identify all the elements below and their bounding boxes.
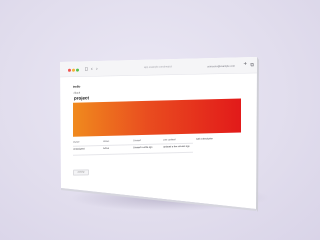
sidebar-icon[interactable]: ▯ (85, 66, 88, 73)
field-label-status: Status (103, 140, 110, 143)
forward-icon[interactable]: › (96, 66, 98, 73)
page-title: project (74, 95, 90, 101)
new-tab-button[interactable]: + (243, 61, 247, 68)
back-link[interactable]: ‹ Back (73, 92, 80, 95)
field-label-owner: Owner (73, 141, 80, 144)
divider (73, 151, 193, 156)
page-content: ▯ ‹ › app.example.com/project someone@ex… (61, 55, 255, 210)
status-value[interactable]: Active (103, 148, 109, 151)
back-icon[interactable]: ‹ (91, 66, 93, 73)
close-window-button[interactable] (68, 68, 71, 72)
address-bar[interactable]: app.example.com/project (133, 65, 183, 70)
updated-value: Updated a few minutes ago (163, 145, 190, 149)
activity-chip[interactable]: Activity (73, 169, 89, 176)
hero-banner (73, 98, 241, 137)
add-description-link[interactable]: Add a description (196, 138, 213, 141)
field-label-created: Created (133, 140, 141, 143)
brand-logo[interactable]: trello (73, 85, 80, 89)
created-value: Created a while ago (133, 146, 153, 150)
browser-window: ▯ ‹ › app.example.com/project someone@ex… (0, 0, 320, 240)
minimize-window-button[interactable] (72, 68, 75, 72)
owner-value[interactable]: Unassigned (73, 148, 85, 151)
browser-toolbar: ▯ ‹ › app.example.com/project someone@ex… (61, 61, 255, 76)
user-email: someone@example.com (207, 64, 235, 69)
field-label-updated: Last updated (163, 139, 176, 142)
maximize-window-button[interactable] (76, 68, 79, 72)
tabs-icon[interactable]: ⧉ (250, 62, 254, 68)
